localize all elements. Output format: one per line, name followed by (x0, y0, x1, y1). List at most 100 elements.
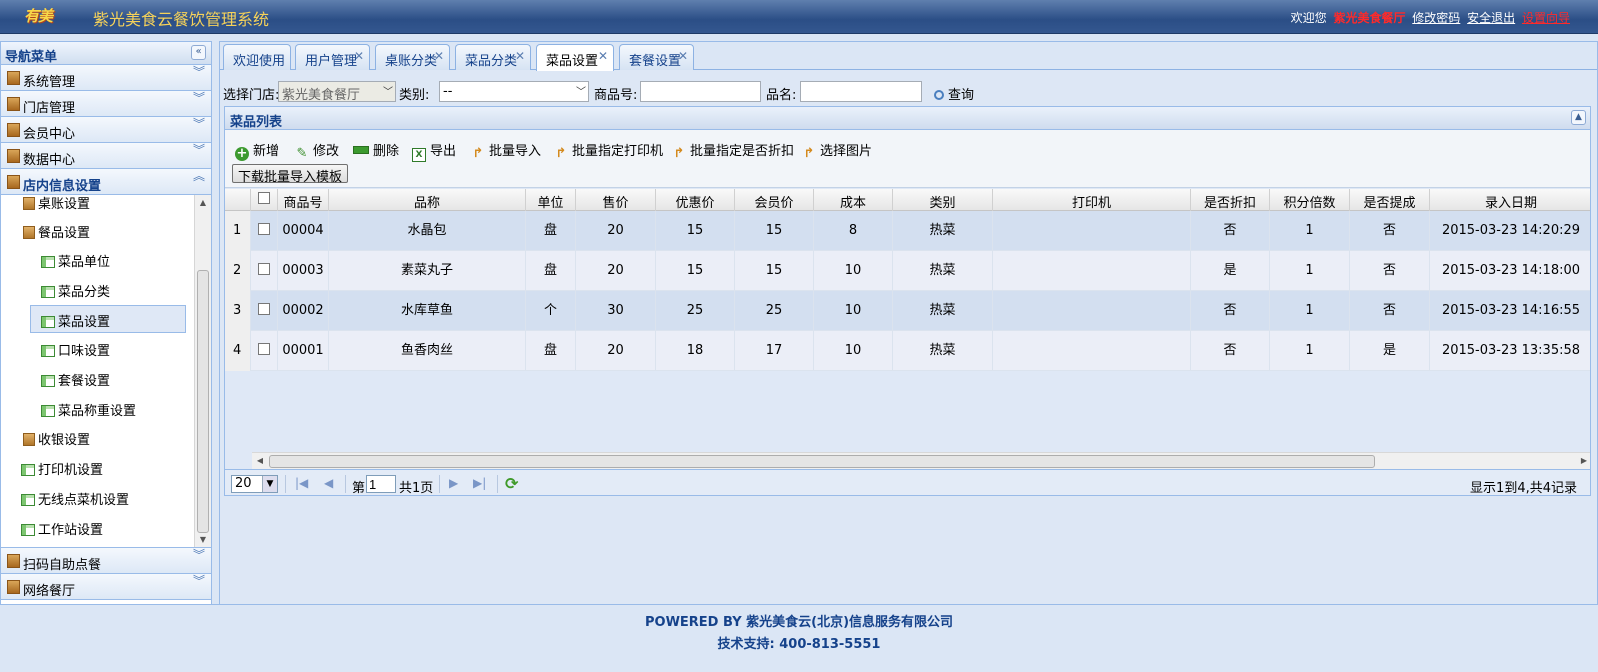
accordion-data[interactable]: 数据中心 ︾ (1, 143, 211, 169)
download-template-button[interactable]: 下载批量导入模板 (232, 164, 349, 185)
tree-item-workstation[interactable]: 工作站设置 (21, 519, 103, 539)
last-page-icon[interactable]: ▶| (473, 476, 486, 490)
first-page-icon[interactable]: |◀ (295, 476, 308, 490)
close-icon[interactable]: ✕ (598, 49, 608, 63)
table-row[interactable]: 2 00003 素菜丸子 盘 20 15 15 10 热菜 是 1 否 2015… (225, 251, 1590, 291)
edit-button[interactable]: ✎ 修改 (295, 140, 339, 161)
store-select[interactable]: 紫光美食餐厅 ﹀ (278, 81, 396, 103)
prev-page-icon[interactable]: ◀ (324, 476, 333, 490)
tab-table-category[interactable]: 桌账分类 ✕ (375, 44, 450, 70)
row-checkbox[interactable] (258, 343, 270, 355)
page-size-select[interactable]: 20 ▼ (231, 475, 278, 493)
welcome-text: 欢迎您 (1290, 11, 1327, 25)
category-select[interactable]: -- ﹀ (439, 81, 589, 102)
column-header[interactable]: 是否折扣 (1191, 189, 1270, 211)
logout-link[interactable]: 安全退出 (1467, 11, 1515, 25)
scroll-up-icon[interactable]: ▲ (195, 195, 211, 211)
page-number-input[interactable] (366, 475, 396, 493)
tree-item-wireless[interactable]: 无线点菜机设置 (21, 489, 129, 509)
cell-points: 1 (1270, 251, 1350, 291)
query-button[interactable]: 查询 (934, 84, 974, 103)
collapse-sidebar-icon[interactable]: « (191, 45, 206, 60)
divider (285, 475, 286, 493)
next-page-icon[interactable]: ▶ (449, 476, 458, 490)
accordion-in-store[interactable]: 店内信息设置 ︽ (1, 169, 211, 195)
table-row[interactable]: 3 00002 水库草鱼 个 30 25 25 10 热菜 否 1 否 2015… (225, 291, 1590, 331)
grid-horizontal-scrollbar[interactable]: ◀ ▶ (252, 452, 1590, 469)
row-checkbox[interactable] (258, 263, 270, 275)
batch-printer-button[interactable]: ↱ 批量指定打印机 (554, 140, 663, 161)
export-button[interactable]: X 导出 (412, 140, 456, 162)
name-input[interactable] (800, 81, 922, 102)
column-header[interactable]: 单位 (526, 189, 576, 211)
row-checkbox[interactable] (258, 303, 270, 315)
column-header[interactable]: 成本 (814, 189, 893, 211)
accordion-system[interactable]: 系统管理 ︾ (1, 65, 211, 91)
column-header[interactable]: 商品号 (278, 189, 329, 211)
cell-commission: 否 (1350, 211, 1430, 251)
column-header[interactable]: 类别 (893, 189, 993, 211)
tab-dish-settings[interactable]: 菜品设置 ✕ (536, 44, 614, 71)
tab-dish-category[interactable]: 菜品分类 ✕ (455, 44, 531, 70)
change-password-link[interactable]: 修改密码 (1412, 11, 1460, 25)
tree-item-dish-settings[interactable]: 餐品设置 (23, 222, 90, 242)
close-icon[interactable]: ✕ (515, 49, 525, 63)
close-icon[interactable]: ✕ (354, 49, 364, 63)
accordion-self-order[interactable]: 扫码自助点餐 ︾ (1, 548, 211, 574)
table-row[interactable]: 4 00001 鱼香肉丝 盘 20 18 17 10 热菜 否 1 是 2015… (225, 331, 1590, 371)
column-header[interactable]: 打印机 (993, 189, 1191, 211)
tree-item-cashier[interactable]: 收银设置 (23, 429, 90, 449)
column-header[interactable]: 售价 (576, 189, 656, 211)
row-checkbox[interactable] (258, 223, 270, 235)
close-icon[interactable]: ✕ (434, 49, 444, 63)
tab-combo-settings[interactable]: 套餐设置 ✕ (619, 44, 694, 70)
column-header[interactable]: 积分倍数 (1270, 189, 1350, 211)
toolbar-label: 新增 (253, 144, 280, 159)
delete-button[interactable]: 删除 (353, 140, 399, 159)
tree-item-dish-setup[interactable]: 菜品设置 (30, 305, 186, 333)
scroll-left-icon[interactable]: ◀ (252, 453, 268, 469)
select-image-button[interactable]: ↱ 选择图片 (802, 140, 872, 161)
column-header[interactable]: 录入日期 (1430, 189, 1590, 211)
scroll-down-icon[interactable]: ▼ (195, 532, 211, 547)
scrollbar-thumb[interactable] (269, 455, 1375, 468)
tab-users[interactable]: 用户管理 ✕ (295, 44, 370, 70)
scrollbar-thumb[interactable] (197, 270, 209, 533)
tree-scrollbar[interactable]: ▲ ▼ (194, 195, 211, 547)
tree-item-weighing[interactable]: 菜品称重设置 (41, 400, 136, 420)
tree-item-combo[interactable]: 套餐设置 (41, 370, 110, 390)
tree-item-printer[interactable]: 打印机设置 (21, 459, 103, 479)
accordion-label: 扫码自助点餐 (23, 558, 102, 573)
collapse-panel-icon[interactable]: ▲ (1571, 110, 1586, 125)
sidebar-header: 导航菜单 « (1, 42, 211, 65)
accordion-store[interactable]: 门店管理 ︾ (1, 91, 211, 117)
column-header[interactable]: 优惠价 (656, 189, 735, 211)
tab-welcome[interactable]: 欢迎使用 (223, 44, 291, 70)
column-header[interactable]: 会员价 (735, 189, 814, 211)
setup-wizard-link[interactable]: 设置向导 (1522, 11, 1570, 25)
tree-item-flavor[interactable]: 口味设置 (41, 340, 110, 360)
close-icon[interactable]: ✕ (678, 49, 688, 63)
tree-label: 收银设置 (38, 433, 91, 448)
column-header[interactable]: 是否提成 (1350, 189, 1430, 211)
accordion-online[interactable]: 网络餐厅 ︾ (1, 574, 211, 600)
cell-discount: 是 (1191, 251, 1270, 291)
column-header[interactable]: 品称 (329, 189, 526, 211)
code-input[interactable] (640, 81, 761, 102)
chevron-down-icon: ︾ (193, 574, 206, 588)
tree-item-dish-category[interactable]: 菜品分类 (41, 281, 110, 301)
scroll-right-icon[interactable]: ▶ (1576, 453, 1590, 469)
batch-discount-button[interactable]: ↱ 批量指定是否折扣 (672, 140, 794, 161)
cell-category: 热菜 (893, 291, 993, 331)
system-title: 紫光美食云餐饮管理系统 (93, 10, 270, 29)
select-all-checkbox[interactable] (258, 192, 270, 204)
tab-label: 欢迎使用 (233, 54, 286, 69)
batch-import-button[interactable]: ↱ 批量导入 (471, 140, 541, 161)
table-row[interactable]: 1 00004 水晶包 盘 20 15 15 8 热菜 否 1 否 2015-0… (225, 211, 1590, 251)
tree-item-table-settings[interactable]: 桌账设置 (23, 195, 90, 213)
tree-item-dish-unit[interactable]: 菜品单位 (41, 251, 110, 271)
add-button[interactable]: + 新增 (235, 140, 279, 161)
accordion-member[interactable]: 会员中心 ︾ (1, 117, 211, 143)
refresh-icon[interactable]: ⟳ (505, 474, 518, 493)
cell-discount: 否 (1191, 211, 1270, 251)
